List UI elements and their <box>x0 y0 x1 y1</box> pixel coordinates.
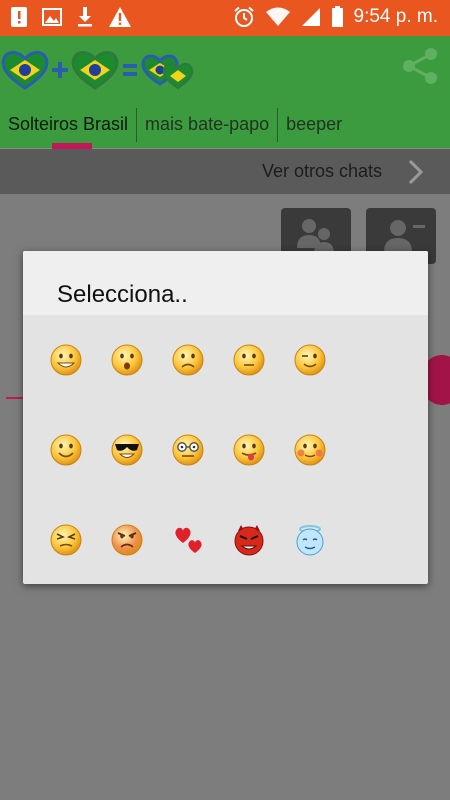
hearts-icon[interactable] <box>171 523 205 557</box>
cool-sunglasses-smiley-icon[interactable] <box>110 433 144 467</box>
tab-mais-bate-papo[interactable]: mais bate-papo <box>137 108 279 142</box>
status-right-icons: 9:54 p. m. <box>233 6 439 28</box>
image-icon <box>42 8 62 26</box>
devil-smiley-icon[interactable] <box>232 523 266 557</box>
neutral-smiley-icon[interactable] <box>232 343 266 377</box>
status-time: 9:54 p. m. <box>353 6 439 27</box>
squint-smiley-icon[interactable] <box>49 523 83 557</box>
other-chats-label: Ver otros chats <box>261 161 382 181</box>
smile-smiley-icon[interactable] <box>49 433 83 467</box>
app-logo <box>0 48 196 92</box>
status-left-icons <box>10 6 132 28</box>
surprised-smiley-icon[interactable] <box>110 343 144 377</box>
grin-smiley-icon[interactable] <box>49 343 83 377</box>
blush-smiley-icon[interactable] <box>293 433 327 467</box>
sad-smiley-icon[interactable] <box>171 343 205 377</box>
brazil-heart-icon <box>1 51 49 90</box>
signal-icon <box>301 8 320 26</box>
angry-smiley-icon[interactable] <box>110 523 144 557</box>
wink-smiley-icon[interactable] <box>293 343 327 377</box>
download-icon <box>78 7 92 27</box>
brazil-hearts-pair-icon <box>141 54 194 90</box>
angel-smiley-icon[interactable] <box>293 523 327 557</box>
battery-icon <box>331 6 343 27</box>
share-icon[interactable] <box>398 44 442 88</box>
other-chats-banner[interactable]: Ver otros chats <box>0 149 450 194</box>
tab-beeper[interactable]: beeper <box>278 108 350 142</box>
alert-box-icon <box>11 7 27 27</box>
dialog-header: Selecciona.. <box>23 251 428 315</box>
tongue-smiley-icon[interactable] <box>232 433 266 467</box>
wifi-icon <box>265 7 290 26</box>
tab-bar: Solteiros Brasil mais bate-papo beeper <box>0 108 450 148</box>
chevron-right-icon <box>408 159 424 185</box>
nerd-glasses-smiley-icon[interactable] <box>171 433 205 467</box>
dialog-title: Selecciona.. <box>57 281 188 308</box>
status-bar: 9:54 p. m. <box>0 0 450 36</box>
warning-icon <box>109 7 131 27</box>
alarm-icon <box>233 6 254 27</box>
plus-icon <box>52 62 68 78</box>
emoticon-dialog: Selecciona.. <box>23 251 428 584</box>
brazil-heart-icon <box>71 51 119 90</box>
tab-solteiros-brasil[interactable]: Solteiros Brasil <box>0 108 138 142</box>
equals-icon <box>123 64 137 76</box>
